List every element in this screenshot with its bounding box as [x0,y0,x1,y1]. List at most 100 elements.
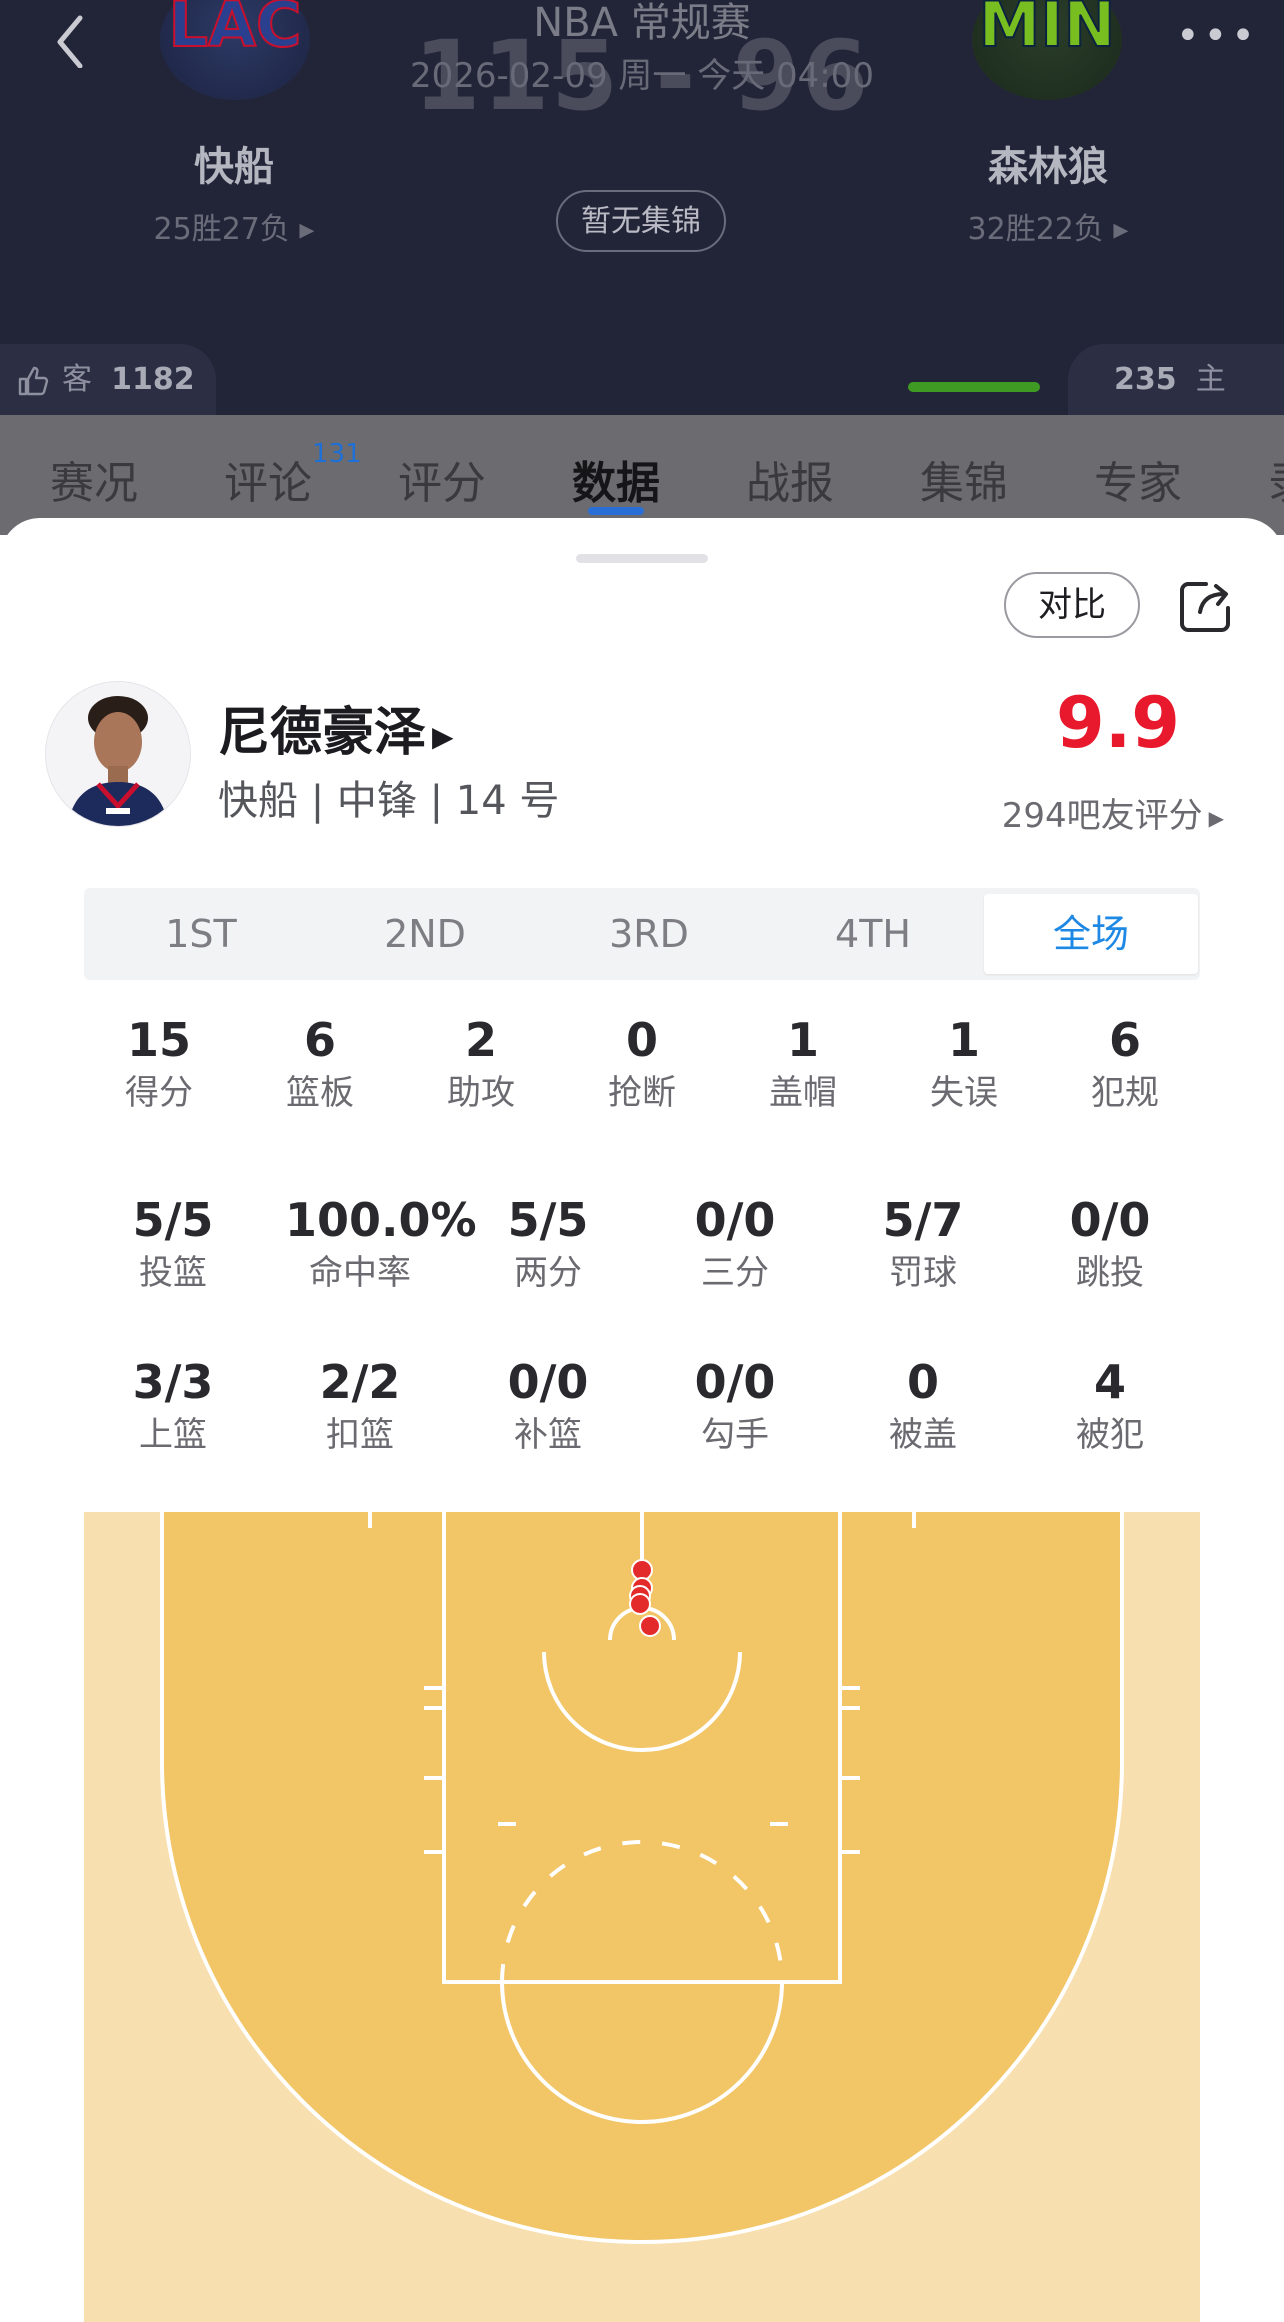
rating-count[interactable]: 294吧友评分 ▶ [1002,788,1224,837]
shot-type-stat: 4 被犯 [1035,1354,1185,1460]
tab-report[interactable]: 战报 [746,447,834,511]
player-stats-sheet: 对比 尼德豪泽 ▶ 快船 | 中锋 | 14 号 9.9 294吧友评分 ▶ 1ST… [0,518,1284,2322]
stat-label: 上篮 [139,1415,207,1455]
shot-chart [84,1512,1200,2322]
active-tab-indicator [588,507,644,515]
highlights-button[interactable]: 暂无集锦 [556,190,726,252]
stat-label: 抢断 [608,1073,676,1113]
tab-highlights[interactable]: 集锦 [920,447,1008,511]
shot-type-stat: 0/0 勾手 [660,1354,810,1460]
period-1st[interactable]: 1ST [94,888,308,980]
shooting-stat: 5/7 罚球 [848,1192,998,1298]
tab-ratings[interactable]: 评分 [398,447,486,511]
made-shot-marker [639,1615,661,1637]
stat-label: 篮板 [286,1073,354,1113]
tab-stats[interactable]: 数据 [572,447,660,511]
stat-label: 跳投 [1076,1253,1144,1293]
shooting-stat: 5/5 两分 [473,1192,623,1298]
tab-comments-label: 评论 [224,458,312,509]
stat-label: 犯规 [1091,1073,1159,1113]
stat-value: 15 [126,1013,191,1067]
rating-count-text: 294吧友评分 [1001,796,1203,836]
period-full-game[interactable]: 全场 [984,894,1198,974]
stat-label: 补篮 [514,1415,582,1455]
compare-button[interactable]: 对比 [1004,572,1140,638]
shooting-stat: 0/0 跳投 [1035,1192,1185,1298]
period-selector: 1ST 2ND 3RD 4TH 全场 [84,888,1200,980]
player-avatar[interactable] [46,682,190,826]
league-label: NBA 常规赛 [533,0,751,46]
caret-right-icon: ▶ [432,719,454,753]
player-meta: 快船 | 中锋 | 14 号 [218,778,560,824]
shot-type-stat: 0/0 补篮 [473,1354,623,1460]
tab-comments[interactable]: 评论131 [224,439,362,511]
stat-value: 2 [464,1013,497,1067]
stat-label: 三分 [701,1253,769,1293]
caret-right-icon: ▶ [1208,805,1224,830]
period-3rd[interactable]: 3RD [542,888,756,980]
game-datetime: 2026-02-09 周一 今天 04:00 [410,56,874,96]
away-team-name[interactable]: 快船 [84,134,384,192]
tab-bar: 赛况 评论131 评分 数据 战报 集锦 专家 录 [0,415,1284,535]
game-header: ••• LAC MIN 115 - 96 NBA 常规赛 2026-02-09 … [0,0,1284,467]
stat-value: 6 [1108,1013,1141,1067]
tab-more[interactable]: 录 [1268,447,1284,511]
stat-label: 得分 [125,1073,193,1113]
home-like-label: 主 [1195,362,1226,397]
tab-live[interactable]: 赛况 [50,447,138,511]
stat-label: 两分 [514,1253,582,1293]
player-name[interactable]: 尼德豪泽 ▶ [218,690,454,765]
stat-value: 0/0 [694,1193,776,1247]
stat-value: 0/0 [1069,1193,1151,1247]
thumbs-up-icon [18,366,49,395]
home-like-button[interactable]: 235 主 [1068,344,1284,467]
main-stat: 1 盖帽 [728,1012,878,1118]
player-rating: 9.9 [1055,682,1180,764]
player-name-text: 尼德豪泽 [218,703,427,763]
main-stat: 2 助攻 [406,1012,556,1118]
stat-label: 被犯 [1076,1415,1144,1455]
stat-value: 0/0 [694,1355,776,1409]
shot-type-stat: 2/2 扣篮 [285,1354,435,1460]
stat-value: 4 [1093,1355,1126,1409]
stat-label: 助攻 [447,1073,515,1113]
stat-label: 勾手 [701,1415,769,1455]
stat-label: 扣篮 [326,1415,394,1455]
made-shot-marker [629,1593,651,1615]
main-stat: 6 犯规 [1050,1012,1200,1118]
main-stat: 6 篮板 [245,1012,395,1118]
away-like-count: 1182 [111,362,195,397]
period-4th[interactable]: 4TH [766,888,980,980]
stat-label: 被盖 [889,1415,957,1455]
shooting-stat: 100.0% 命中率 [285,1192,477,1298]
home-like-count: 235 [1114,362,1177,397]
stat-label: 失误 [930,1073,998,1113]
tab-experts[interactable]: 专家 [1094,447,1182,511]
home-team-name[interactable]: 森林狼 [898,134,1198,192]
player-photo [46,682,190,826]
stat-value: 5/5 [507,1193,589,1247]
shooting-stat: 5/5 投篮 [98,1192,248,1298]
stat-value: 100.0% [285,1193,477,1247]
main-stat: 0 抢断 [567,1012,717,1118]
shot-type-stat: 0 被盖 [848,1354,998,1460]
stat-value: 0 [625,1013,658,1067]
stat-value: 1 [786,1013,819,1067]
stat-label: 盖帽 [769,1073,837,1113]
shot-type-stat: 3/3 上篮 [98,1354,248,1460]
stat-value: 5/5 [132,1193,214,1247]
away-team-record[interactable]: 25胜27负 ▸ [84,204,384,248]
share-icon[interactable] [1176,578,1234,636]
comment-count-badge: 131 [312,439,362,469]
away-like-label: 客 [62,362,92,397]
period-2nd[interactable]: 2ND [318,888,532,980]
main-stat: 15 得分 [84,1012,234,1118]
shooting-stat: 0/0 三分 [660,1192,810,1298]
home-team-record[interactable]: 32胜22负 ▸ [898,204,1198,248]
sheet-drag-handle[interactable] [576,554,708,563]
like-ratio-bar [908,382,1040,392]
stat-value: 0 [906,1355,939,1409]
away-like-button[interactable]: 客 1182 [0,344,216,416]
stat-label: 投篮 [139,1253,207,1293]
stat-value: 0/0 [507,1355,589,1409]
